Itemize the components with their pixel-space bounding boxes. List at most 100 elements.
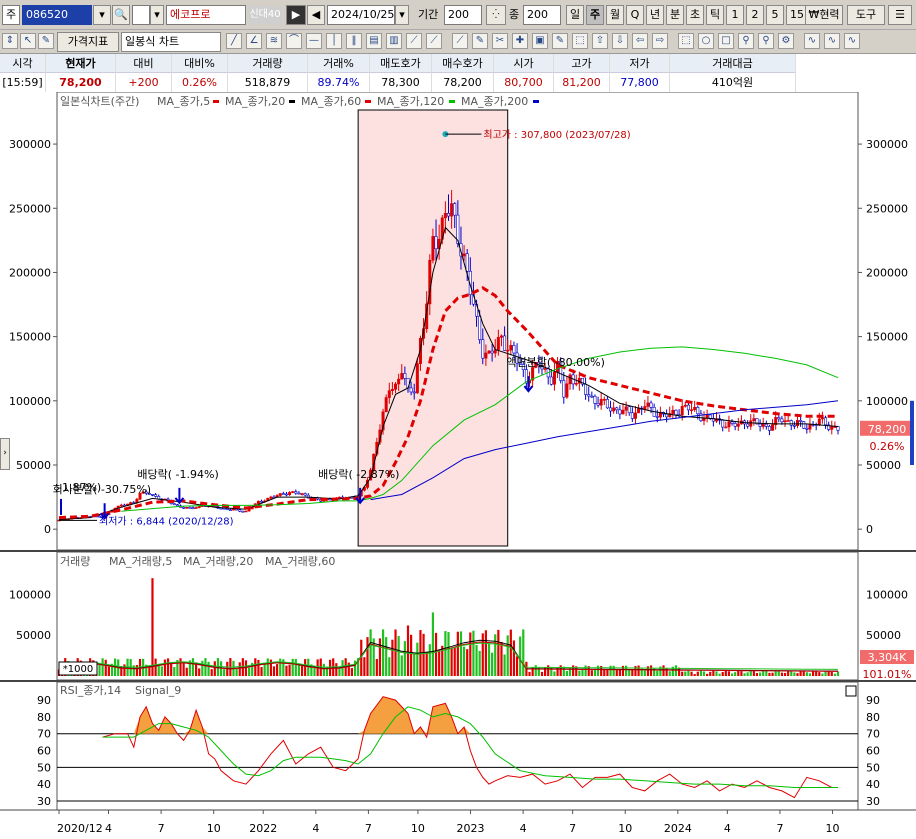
stock-name-field[interactable]: 에코프로 [166, 5, 246, 25]
volume-bar [734, 672, 737, 676]
volume-bar [163, 659, 167, 676]
date-dropdown-icon[interactable]: ▾ [395, 5, 409, 25]
period-input[interactable]: 200 [444, 5, 482, 25]
box1-tool-icon[interactable]: ▤ [366, 33, 382, 49]
price-legend-0: MA_종가,5 [157, 95, 210, 108]
angle-tool-icon[interactable]: ∠ [246, 33, 262, 49]
candle-body [786, 420, 790, 422]
cut-tool-icon[interactable]: ✂ [492, 33, 508, 49]
period-button-1[interactable]: 주 [586, 5, 604, 25]
stock-chart[interactable]: 0 0 50000 50000 100000 100000 150000 150000 2000… [0, 92, 916, 839]
hline-tool-icon[interactable]: — [306, 33, 322, 49]
tools-button[interactable]: 도구 [847, 5, 885, 25]
trend3-tool-icon[interactable]: ⟋ [452, 33, 468, 49]
period-button-9[interactable]: 2 [746, 5, 764, 25]
quote-value-8: 80,700 [494, 73, 554, 92]
rsi-ylabel-left-1: 40 [37, 778, 51, 791]
note-tool-icon[interactable]: ✎ [552, 33, 568, 49]
left-collapse-handle[interactable]: › [0, 438, 10, 470]
candle-body [303, 493, 307, 496]
quote-header-0: 시각 [0, 54, 46, 73]
grid-icon[interactable]: ⁛ [486, 5, 506, 25]
volume-bar [715, 671, 718, 676]
market-type-selector[interactable]: 주 [2, 5, 20, 25]
volume-bar [191, 658, 195, 676]
currency-button[interactable]: ₩현력 [805, 5, 843, 25]
stock-code-input[interactable]: 086520 [22, 5, 92, 25]
volume-bar [406, 625, 410, 676]
chart-type-select[interactable]: 일봉식 차트 [121, 32, 221, 52]
frame-tool-icon[interactable]: ⬚ [572, 33, 588, 49]
period-button-3[interactable]: Q [626, 5, 644, 25]
indicator-button[interactable]: 가격지표 [57, 32, 119, 52]
empty-selector[interactable] [132, 5, 150, 25]
period-button-7[interactable]: 틱 [706, 5, 724, 25]
x-label-3: 10 [207, 822, 221, 835]
trend1-tool-icon[interactable]: ⟋ [406, 33, 422, 49]
quote-header-1: 현재가 [46, 54, 116, 73]
x-label-8: 2023 [457, 822, 485, 835]
period-button-8[interactable]: 1 [726, 5, 744, 25]
volume-bar [428, 644, 431, 676]
box2-tool-icon[interactable]: ▥ [386, 33, 402, 49]
cross-tool-icon[interactable]: ✚ [512, 33, 528, 49]
circle-tool-icon[interactable]: ○ [698, 33, 714, 49]
volume-bar [693, 674, 696, 676]
arc-tool-icon[interactable]: ⌒ [286, 33, 302, 49]
search-icon[interactable]: 🔍 [112, 5, 130, 25]
arrows-icon[interactable]: ⇕ [2, 33, 18, 49]
period-button-5[interactable]: 분 [666, 5, 684, 25]
settings-tool-icon[interactable]: ⚙ [778, 33, 794, 49]
period-button-2[interactable]: 월 [606, 5, 624, 25]
candle-body [824, 417, 828, 426]
code-dropdown-icon[interactable]: ▾ [93, 5, 111, 25]
zoom-in-tool-icon[interactable]: ⚲ [738, 33, 754, 49]
period-button-10[interactable]: 5 [766, 5, 784, 25]
cursor-icon[interactable]: ↖ [20, 33, 36, 49]
wave2-tool-icon[interactable]: ∿ [824, 33, 840, 49]
left-tool-icon[interactable]: ⇦ [632, 33, 648, 49]
volume-bar [730, 673, 734, 676]
play-icon[interactable]: ▶ [286, 5, 306, 25]
wave3-tool-icon[interactable]: ∿ [844, 33, 860, 49]
vline-tool-icon[interactable]: │ [326, 33, 342, 49]
volume-bar [497, 629, 500, 676]
volume-title: 거래량 [60, 555, 90, 568]
back-icon[interactable]: ◀ [307, 5, 325, 25]
line-tool-icon[interactable]: ╱ [226, 33, 242, 49]
volume-bar [297, 665, 301, 676]
volume-bar [631, 670, 634, 676]
fill-tool-icon[interactable]: ▣ [532, 33, 548, 49]
volume-bar [830, 671, 833, 676]
candle-body [297, 492, 301, 495]
price-legend-swatch-0 [213, 100, 219, 103]
volume-bar [154, 658, 157, 676]
zoom-out-tool-icon[interactable]: ⚲ [758, 33, 774, 49]
square-tool-icon[interactable]: □ [718, 33, 734, 49]
fib-tool-icon[interactable]: ≋ [266, 33, 282, 49]
selector-dropdown-icon[interactable]: ▾ [150, 5, 164, 25]
candle-body [256, 500, 260, 505]
edit-icon[interactable]: ✎ [38, 33, 54, 49]
period-button-0[interactable]: 일 [566, 5, 584, 25]
clear-tool-icon[interactable]: ⬚ [678, 33, 694, 49]
candle-body [415, 363, 419, 394]
date-input[interactable]: 2024/10/25 [327, 5, 395, 25]
up-tool-icon[interactable]: ⇧ [592, 33, 608, 49]
pen-tool-icon[interactable]: ✎ [472, 33, 488, 49]
right-tool-icon[interactable]: ⇨ [652, 33, 668, 49]
channel-tool-icon[interactable]: ‖ [346, 33, 362, 49]
last-change-label: 0.26% [870, 440, 905, 453]
trend2-tool-icon[interactable]: ⟋ [426, 33, 442, 49]
x-label-5: 4 [312, 822, 319, 835]
volume-bar [410, 634, 413, 676]
period-button-4[interactable]: 년 [646, 5, 664, 25]
menu-icon[interactable]: ☰ [888, 5, 912, 25]
down-tool-icon[interactable]: ⇩ [612, 33, 628, 49]
volume-bar [456, 631, 459, 676]
wave1-tool-icon[interactable]: ∿ [804, 33, 820, 49]
period-button-6[interactable]: 초 [686, 5, 704, 25]
count-input[interactable]: 200 [523, 5, 561, 25]
candle-body [637, 407, 641, 414]
volume-bar [363, 657, 366, 676]
